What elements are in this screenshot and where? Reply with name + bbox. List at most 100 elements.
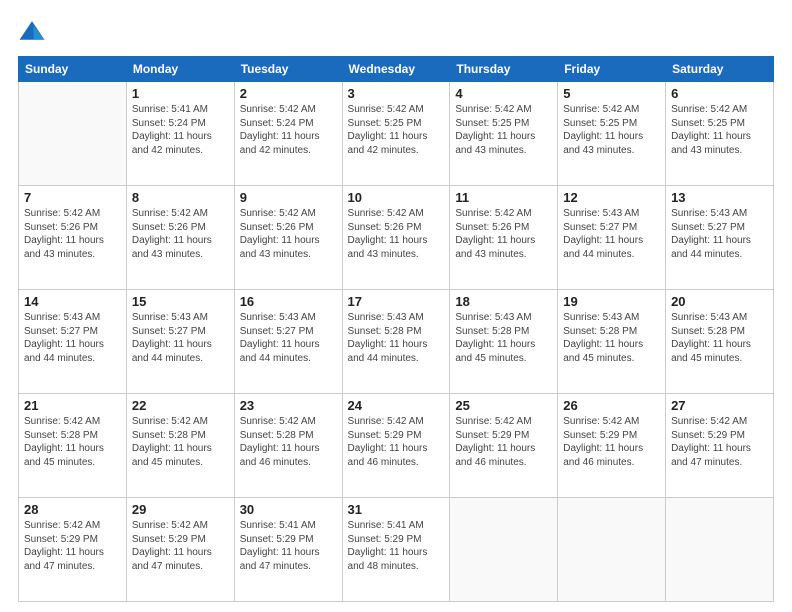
page: SundayMondayTuesdayWednesdayThursdayFrid… xyxy=(0,0,792,612)
calendar-cell: 13 Sunrise: 5:43 AM Sunset: 5:27 PM Dayli… xyxy=(666,186,774,290)
day-number: 7 xyxy=(24,190,121,205)
calendar-cell: 27 Sunrise: 5:42 AM Sunset: 5:29 PM Dayli… xyxy=(666,394,774,498)
day-number: 17 xyxy=(348,294,445,309)
day-detail: Sunrise: 5:42 AM Sunset: 5:29 PM Dayligh… xyxy=(24,519,121,573)
day-detail: Sunrise: 5:42 AM Sunset: 5:29 PM Dayligh… xyxy=(132,519,229,573)
day-detail: Sunrise: 5:42 AM Sunset: 5:25 PM Dayligh… xyxy=(455,103,552,157)
calendar-cell: 14Sunrise: 5:43 AM Sunset: 5:27 PM Dayli… xyxy=(19,290,127,394)
day-detail: Sunrise: 5:41 AM Sunset: 5:29 PM Dayligh… xyxy=(240,519,337,573)
calendar-week-row: 14 Sunrise: 5:43 AM Sunset: 5:27 PM Dayli… xyxy=(19,290,774,394)
day-detail: Sunrise: 5:42 AM Sunset: 5:28 PM Dayligh… xyxy=(240,415,337,469)
day-number: 30 xyxy=(240,502,337,517)
day-detail: Sunrise: 5:43 AM Sunset: 5:28 PM Dayligh… xyxy=(455,311,552,365)
day-number: 1 xyxy=(132,86,229,101)
day-number: 5 xyxy=(563,86,660,101)
calendar-week-row: 21 Sunrise: 5:42 AM Sunset: 5:28 PM Dayli… xyxy=(19,394,774,498)
day-detail: Sunrise: 5:43 AM Sunset: 5:27 PM Dayligh… xyxy=(671,207,768,261)
calendar-cell: 1Sunrise: 5:41 AM Sunset: 5:24 PM Daylig… xyxy=(126,82,234,186)
calendar-cell: 8Sunrise: 5:42 AM Sunset: 5:26 PM Daylig… xyxy=(126,186,234,290)
calendar-cell: 18 Sunrise: 5:43 AM Sunset: 5:28 PM Dayli… xyxy=(450,290,558,394)
calendar-cell: 9 Sunrise: 5:42 AM Sunset: 5:26 PM Daylig… xyxy=(234,186,342,290)
day-number: 19 xyxy=(563,294,660,309)
day-detail: Sunrise: 5:43 AM Sunset: 5:27 PM Dayligh… xyxy=(563,207,660,261)
calendar-cell: 31 Sunrise: 5:41 AM Sunset: 5:29 PM Dayli… xyxy=(342,498,450,602)
logo-icon xyxy=(18,18,46,46)
header xyxy=(18,18,774,46)
day-detail: Sunrise: 5:43 AM Sunset: 5:27 PM Dayligh… xyxy=(132,311,229,365)
day-detail: Sunrise: 5:41 AM Sunset: 5:29 PM Dayligh… xyxy=(348,519,445,573)
day-number: 4 xyxy=(455,86,552,101)
day-number: 15 xyxy=(132,294,229,309)
day-number: 24 xyxy=(348,398,445,413)
calendar-cell: 17 Sunrise: 5:43 AM Sunset: 5:28 PM Dayli… xyxy=(342,290,450,394)
day-number: 10 xyxy=(348,190,445,205)
weekday-header-thursday: Thursday xyxy=(450,57,558,82)
day-number: 12 xyxy=(563,190,660,205)
calendar-cell: 29 Sunrise: 5:42 AM Sunset: 5:29 PM Dayli… xyxy=(126,498,234,602)
calendar-cell xyxy=(19,82,127,186)
day-number: 31 xyxy=(348,502,445,517)
weekday-header-saturday: Saturday xyxy=(666,57,774,82)
calendar-cell: 25 Sunrise: 5:42 AM Sunset: 5:29 PM Dayli… xyxy=(450,394,558,498)
day-detail: Sunrise: 5:42 AM Sunset: 5:26 PM Dayligh… xyxy=(24,207,121,261)
day-detail: Sunrise: 5:42 AM Sunset: 5:26 PM Dayligh… xyxy=(240,207,337,261)
calendar-cell xyxy=(666,498,774,602)
calendar-cell: 3Sunrise: 5:42 AM Sunset: 5:25 PM Daylig… xyxy=(342,82,450,186)
day-number: 28 xyxy=(24,502,121,517)
calendar-week-row: 1Sunrise: 5:41 AM Sunset: 5:24 PM Daylig… xyxy=(19,82,774,186)
day-number: 16 xyxy=(240,294,337,309)
day-detail: Sunrise: 5:42 AM Sunset: 5:26 PM Dayligh… xyxy=(348,207,445,261)
calendar-cell: 15 Sunrise: 5:43 AM Sunset: 5:27 PM Dayli… xyxy=(126,290,234,394)
weekday-header-tuesday: Tuesday xyxy=(234,57,342,82)
calendar-cell: 6 Sunrise: 5:42 AM Sunset: 5:25 PM Daylig… xyxy=(666,82,774,186)
day-number: 21 xyxy=(24,398,121,413)
day-detail: Sunrise: 5:42 AM Sunset: 5:24 PM Dayligh… xyxy=(240,103,337,157)
day-detail: Sunrise: 5:42 AM Sunset: 5:26 PM Dayligh… xyxy=(455,207,552,261)
day-number: 29 xyxy=(132,502,229,517)
calendar-header-row: SundayMondayTuesdayWednesdayThursdayFrid… xyxy=(19,57,774,82)
day-detail: Sunrise: 5:42 AM Sunset: 5:29 PM Dayligh… xyxy=(563,415,660,469)
day-number: 26 xyxy=(563,398,660,413)
calendar-cell: 22Sunrise: 5:42 AM Sunset: 5:28 PM Dayli… xyxy=(126,394,234,498)
day-detail: Sunrise: 5:43 AM Sunset: 5:27 PM Dayligh… xyxy=(240,311,337,365)
day-detail: Sunrise: 5:43 AM Sunset: 5:28 PM Dayligh… xyxy=(563,311,660,365)
calendar-week-row: 28 Sunrise: 5:42 AM Sunset: 5:29 PM Dayli… xyxy=(19,498,774,602)
calendar-cell: 23 Sunrise: 5:42 AM Sunset: 5:28 PM Dayli… xyxy=(234,394,342,498)
calendar-cell: 21Sunrise: 5:42 AM Sunset: 5:28 PM Dayli… xyxy=(19,394,127,498)
calendar-cell: 10 Sunrise: 5:42 AM Sunset: 5:26 PM Dayli… xyxy=(342,186,450,290)
calendar-cell: 28 Sunrise: 5:42 AM Sunset: 5:29 PM Dayli… xyxy=(19,498,127,602)
day-number: 2 xyxy=(240,86,337,101)
day-number: 9 xyxy=(240,190,337,205)
calendar-cell: 11Sunrise: 5:42 AM Sunset: 5:26 PM Dayli… xyxy=(450,186,558,290)
day-number: 6 xyxy=(671,86,768,101)
day-detail: Sunrise: 5:42 AM Sunset: 5:25 PM Dayligh… xyxy=(563,103,660,157)
calendar-cell: 24 Sunrise: 5:42 AM Sunset: 5:29 PM Dayli… xyxy=(342,394,450,498)
weekday-header-wednesday: Wednesday xyxy=(342,57,450,82)
weekday-header-monday: Monday xyxy=(126,57,234,82)
calendar-cell: 2 Sunrise: 5:42 AM Sunset: 5:24 PM Daylig… xyxy=(234,82,342,186)
day-number: 27 xyxy=(671,398,768,413)
calendar-cell: 7 Sunrise: 5:42 AM Sunset: 5:26 PM Daylig… xyxy=(19,186,127,290)
day-detail: Sunrise: 5:42 AM Sunset: 5:29 PM Dayligh… xyxy=(348,415,445,469)
calendar-cell: 16 Sunrise: 5:43 AM Sunset: 5:27 PM Dayli… xyxy=(234,290,342,394)
day-detail: Sunrise: 5:42 AM Sunset: 5:28 PM Dayligh… xyxy=(132,415,229,469)
day-detail: Sunrise: 5:43 AM Sunset: 5:28 PM Dayligh… xyxy=(348,311,445,365)
calendar-cell: 20Sunrise: 5:43 AM Sunset: 5:28 PM Dayli… xyxy=(666,290,774,394)
day-number: 23 xyxy=(240,398,337,413)
day-detail: Sunrise: 5:42 AM Sunset: 5:25 PM Dayligh… xyxy=(671,103,768,157)
day-number: 20 xyxy=(671,294,768,309)
calendar-cell: 30 Sunrise: 5:41 AM Sunset: 5:29 PM Dayli… xyxy=(234,498,342,602)
day-detail: Sunrise: 5:42 AM Sunset: 5:29 PM Dayligh… xyxy=(455,415,552,469)
calendar-cell: 26 Sunrise: 5:42 AM Sunset: 5:29 PM Dayli… xyxy=(558,394,666,498)
day-number: 18 xyxy=(455,294,552,309)
day-detail: Sunrise: 5:42 AM Sunset: 5:29 PM Dayligh… xyxy=(671,415,768,469)
day-number: 13 xyxy=(671,190,768,205)
day-number: 25 xyxy=(455,398,552,413)
calendar-table: SundayMondayTuesdayWednesdayThursdayFrid… xyxy=(18,56,774,602)
calendar-cell: 4 Sunrise: 5:42 AM Sunset: 5:25 PM Daylig… xyxy=(450,82,558,186)
day-number: 8 xyxy=(132,190,229,205)
weekday-header-friday: Friday xyxy=(558,57,666,82)
day-number: 14 xyxy=(24,294,121,309)
weekday-header-sunday: Sunday xyxy=(19,57,127,82)
calendar-cell xyxy=(558,498,666,602)
